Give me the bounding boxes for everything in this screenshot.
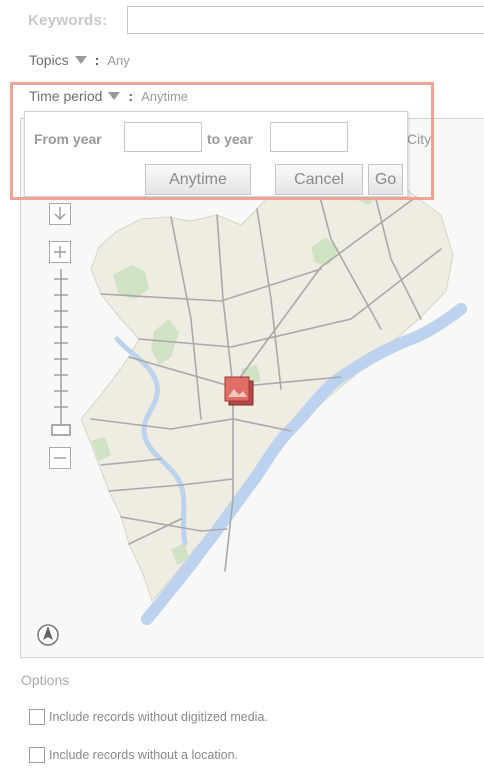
zoom-slider [51,269,71,436]
from-year-input[interactable] [124,122,202,152]
to-year-input[interactable] [270,122,348,152]
include-no-media-option[interactable]: Include records without digitized media. [29,709,268,725]
compass-icon [37,624,59,646]
city-land [80,158,454,602]
topics-value[interactable]: Any [107,53,129,68]
options-heading: Options [21,672,70,688]
topics-label: Topics [29,52,69,68]
pan-down-button[interactable] [49,203,71,225]
keywords-input[interactable] [127,6,484,34]
to-year-label: to year [207,131,253,147]
include-no-media-checkbox[interactable] [29,709,45,725]
include-no-location-checkbox[interactable] [29,747,45,763]
zoom-out-button[interactable] [49,447,71,469]
map-view[interactable] [20,118,484,658]
keywords-label: Keywords: [28,12,108,29]
photo-marker-icon [224,376,254,406]
dropdown-triangle-icon[interactable] [108,92,121,100]
topics-filter[interactable]: Topics : Any [29,52,130,68]
time-period-popup: From year to year Anytime Cancel Go [24,111,408,197]
zoom-in-button[interactable] [49,241,71,263]
pan-down-icon [54,207,66,220]
zoom-out-icon [54,457,66,459]
topics-colon: : [94,52,100,68]
from-year-label: From year [34,131,102,147]
cancel-button[interactable]: Cancel [275,164,363,195]
include-no-location-option[interactable]: Include records without a location. [29,747,238,763]
map-city-label: City [407,131,432,147]
time-period-value[interactable]: Anytime [141,89,188,104]
dropdown-triangle-icon[interactable] [74,56,87,64]
include-no-location-label: Include records without a location. [49,748,238,762]
time-period-filter[interactable]: Time period : Anytime [29,88,188,104]
include-no-media-label: Include records without digitized media. [49,710,268,724]
anytime-button[interactable]: Anytime [145,164,251,195]
go-button[interactable]: Go [368,164,403,195]
map-canvas[interactable] [21,119,484,658]
time-period-colon: : [128,88,134,104]
zoom-in-icon [54,246,66,258]
time-period-label: Time period [29,88,103,104]
